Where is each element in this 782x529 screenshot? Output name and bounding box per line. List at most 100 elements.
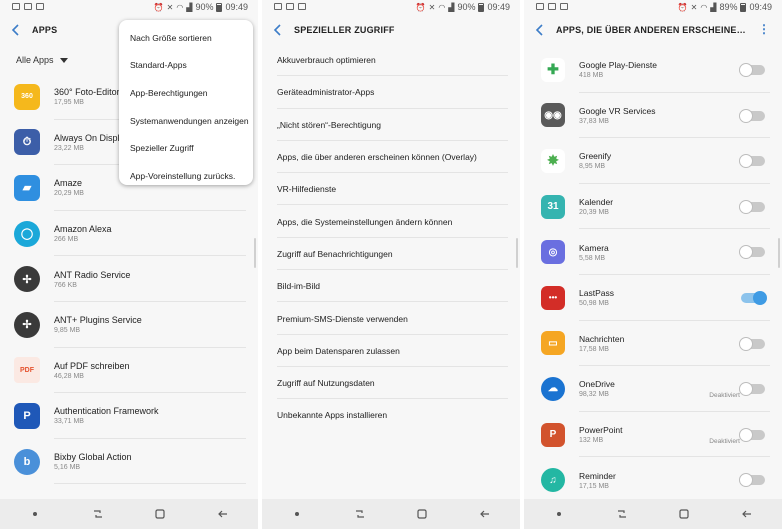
overlay-app-item[interactable]: ✚ Google Play-Dienste 418 MB [524, 47, 782, 93]
calendar-icon: 31 [541, 194, 565, 219]
app-size: 8,95 MB [579, 163, 606, 171]
app-list-item[interactable]: P Authentication Framework 33,71 MB [0, 393, 258, 439]
menu-item[interactable]: Standard-Apps [119, 52, 253, 80]
scroll-indicator[interactable] [254, 238, 256, 268]
overlay-app-item[interactable]: ☁ OneDrive 98,32 MB Deaktiviert [524, 366, 782, 412]
nav-dot-button[interactable] [25, 504, 45, 524]
overlay-app-item[interactable]: ✸ Greenify 8,95 MB [524, 138, 782, 184]
back-button[interactable] [524, 14, 556, 46]
overlay-app-list: ✚ Google Play-Dienste 418 MB ◉◉ Google VR Se… [524, 47, 782, 503]
signal-icon: ▟ [448, 2, 455, 12]
menu-item[interactable]: Spezieller Zugriff [119, 134, 253, 162]
back-nav-button[interactable] [737, 504, 757, 524]
overlay-permission-toggle[interactable] [739, 199, 765, 214]
home-button[interactable] [150, 504, 170, 524]
app-list-item[interactable]: b Bixby Global Action 5,16 MB [0, 439, 258, 485]
app-header: APPS, DIE ÜBER ANDEREN ERSCHEINEN KÖNNEN… [524, 14, 782, 46]
overlay-permission-toggle[interactable] [739, 382, 765, 397]
overlay-permission-toggle[interactable] [739, 154, 765, 169]
gallery-notification-icon [548, 3, 556, 10]
special-access-item[interactable]: Premium-SMS-Dienste verwenden [262, 302, 520, 335]
filter-label: Alle Apps [16, 55, 54, 65]
app-text: Greenify 8,95 MB [579, 151, 611, 170]
home-button[interactable] [674, 504, 694, 524]
menu-item[interactable]: App-Voreinstellung zurücks. [119, 162, 253, 190]
menu-item[interactable]: App-Berechtigungen [119, 79, 253, 107]
back-arrow-icon [479, 510, 489, 518]
home-button[interactable] [412, 504, 432, 524]
recents-button[interactable] [350, 504, 370, 524]
app-size: 17,15 MB [579, 482, 609, 490]
nav-dot-button[interactable] [549, 504, 569, 524]
back-button[interactable] [262, 14, 294, 46]
toggle-knob [739, 427, 753, 442]
special-access-item[interactable]: App beim Datensparen zulassen [262, 335, 520, 368]
app-text: LastPass 50,98 MB [579, 288, 614, 307]
app-list-item[interactable]: ✢ ANT+ Plugins Service 9,85 MB [0, 302, 258, 348]
overlay-app-item[interactable]: ♫ Reminder 17,15 MB [524, 457, 782, 503]
special-access-item[interactable]: Bild-im-Bild [262, 270, 520, 303]
overlay-permission-toggle[interactable] [739, 108, 765, 123]
app-list-item[interactable]: PDF Auf PDF schreiben 46,28 MB [0, 348, 258, 394]
status-bar: ⏰ ✕ ◠ ▟ 90% 09:49 [262, 0, 520, 14]
nav-dot-button[interactable] [287, 504, 307, 524]
overlay-permission-toggle[interactable] [739, 427, 765, 442]
app-size: 17,95 MB [54, 99, 84, 107]
lastpass-icon: ••• [541, 285, 565, 310]
app-list-item[interactable]: ✢ ANT Radio Service 766 KB [0, 256, 258, 302]
home-icon [417, 509, 427, 519]
special-access-item[interactable]: Akkuverbrauch optimieren [262, 44, 520, 77]
overlay-permission-toggle[interactable] [739, 245, 765, 260]
back-arrow-icon [217, 510, 227, 518]
back-nav-button[interactable] [213, 504, 233, 524]
dot-icon [557, 512, 562, 516]
recents-button[interactable] [612, 504, 632, 524]
gallery-notification-icon [24, 3, 32, 10]
overlay-permission-toggle[interactable] [739, 336, 765, 351]
overlay-app-item[interactable]: ◎ Kamera 5,58 MB [524, 229, 782, 275]
menu-item[interactable]: Systemanwendungen anzeigen [119, 107, 253, 135]
special-access-item[interactable]: VR-Hilfedienste [262, 173, 520, 206]
special-access-item[interactable]: Zugriff auf Nutzungsdaten [262, 367, 520, 400]
special-access-item[interactable]: Unbekannte Apps installieren [262, 399, 520, 431]
scroll-indicator[interactable] [516, 238, 518, 268]
alarm-icon: ⏰ [415, 2, 426, 12]
overlay-app-item[interactable]: ••• LastPass 50,98 MB [524, 275, 782, 321]
notification-icons [12, 3, 44, 10]
app-text: ANT Radio Service 766 KB [54, 270, 130, 289]
overlay-permission-toggle[interactable] [741, 290, 767, 305]
battery-percent: 90% [457, 2, 476, 12]
battery-icon [216, 2, 223, 12]
recents-button[interactable] [88, 504, 108, 524]
special-access-item[interactable]: Apps, die über anderen erscheinen können… [262, 141, 520, 174]
app-size: 50,98 MB [579, 300, 609, 308]
toggle-knob [739, 199, 753, 214]
special-access-item[interactable]: Geräteadministrator-Apps [262, 76, 520, 109]
wifi-icon: ◠ [176, 2, 184, 12]
overlay-permission-toggle[interactable] [739, 63, 765, 77]
special-access-item[interactable]: Zugriff auf Benachrichtigungen [262, 238, 520, 271]
recents-icon [617, 510, 626, 518]
overlay-app-item[interactable]: ▭ Nachrichten 17,58 MB [524, 321, 782, 367]
back-button[interactable] [0, 14, 32, 46]
menu-item[interactable]: Nach Größe sortieren [119, 24, 253, 52]
more-options-icon[interactable]: ⋮ [758, 23, 770, 35]
apps-filter-dropdown[interactable]: Alle Apps [16, 55, 68, 65]
360-photo-icon: 360 [14, 83, 40, 110]
reminder-bell-icon: ♫ [541, 468, 565, 493]
app-text: OneDrive 98,32 MB [579, 379, 615, 398]
special-access-item[interactable]: „Nicht stören“-Berechtigung [262, 109, 520, 142]
app-text: Always On Display 23,22 MB [54, 133, 129, 152]
overlay-app-item[interactable]: 31 Kalender 20,39 MB [524, 184, 782, 230]
overlay-permission-toggle[interactable] [739, 473, 765, 488]
app-list-item[interactable]: ◯ Amazon Alexa 266 MB [0, 211, 258, 257]
google-vr-icon: ◉◉ [541, 103, 565, 128]
back-nav-button[interactable] [475, 504, 495, 524]
overlay-app-item[interactable]: ◉◉ Google VR Services 37,83 MB [524, 93, 782, 139]
scroll-indicator[interactable] [778, 238, 780, 268]
toggle-knob [739, 154, 753, 169]
special-access-item[interactable]: Apps, die Systemeinstellungen ändern kön… [262, 205, 520, 239]
page-title: APPS, DIE ÜBER ANDEREN ERSCHEINEN KÖNNEN… [556, 25, 752, 35]
apps-screen: ⏰ ✕ ◠ ▟ 90% 09:49 APPS Alle Apps 360 360°… [0, 0, 258, 529]
overlay-app-item[interactable]: P PowerPoint 132 MB Deaktiviert [524, 412, 782, 458]
